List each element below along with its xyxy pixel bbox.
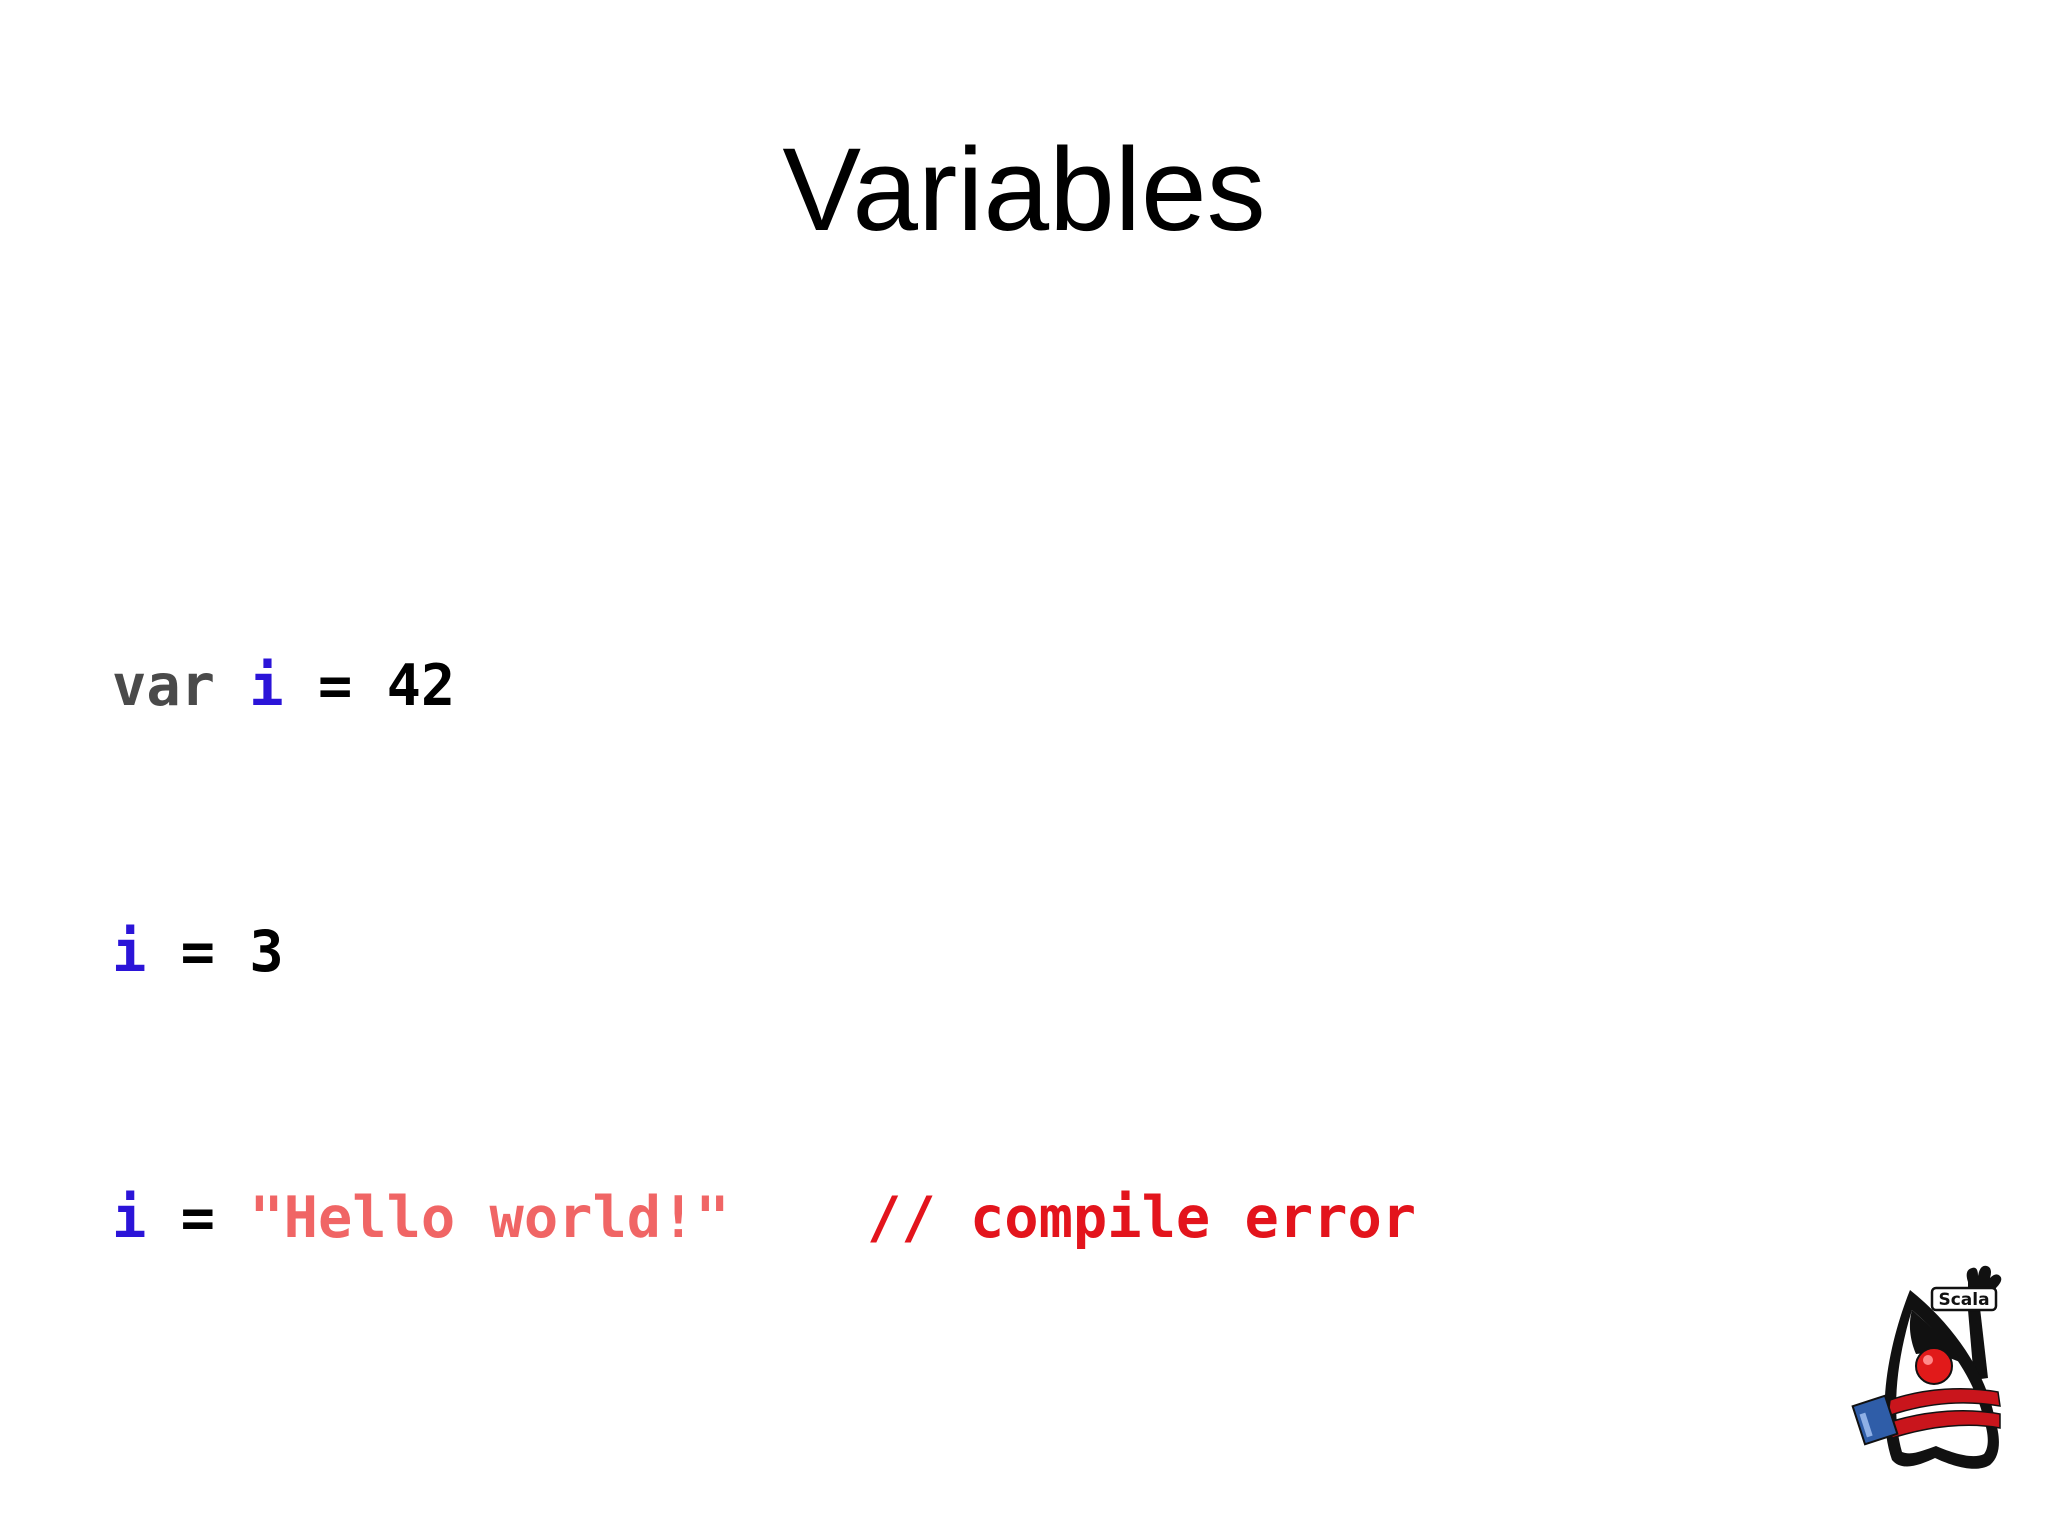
string-literal: "Hello world!" xyxy=(249,1185,730,1251)
keyword-var: var xyxy=(112,653,215,719)
identifier-i: i xyxy=(112,919,147,985)
assign-operator: = xyxy=(180,919,215,985)
scala-duke-mascot-icon: Scala xyxy=(1851,1265,2002,1469)
assign-operator: = xyxy=(180,1185,215,1251)
code-block: var i = 42 i = 3 i = "Hello world!" // c… xyxy=(112,520,1416,1450)
code-line-1: var i = 42 xyxy=(112,652,1416,720)
code-line-3: i = "Hello world!" // compile error xyxy=(112,1184,1416,1252)
number-literal: 42 xyxy=(386,653,456,719)
identifier-i: i xyxy=(249,653,284,719)
scala-badge-text: Scala xyxy=(1938,1290,1989,1310)
code-line-2: i = 3 xyxy=(112,918,1416,986)
slide: Variables var i = 42 i = 3 i = "Hello wo… xyxy=(0,0,2048,1535)
slide-title: Variables xyxy=(782,124,1266,256)
identifier-i: i xyxy=(112,1185,147,1251)
number-literal: 3 xyxy=(249,919,284,985)
assign-operator: = xyxy=(317,653,353,719)
code-comment: // compile error xyxy=(867,1185,1417,1251)
